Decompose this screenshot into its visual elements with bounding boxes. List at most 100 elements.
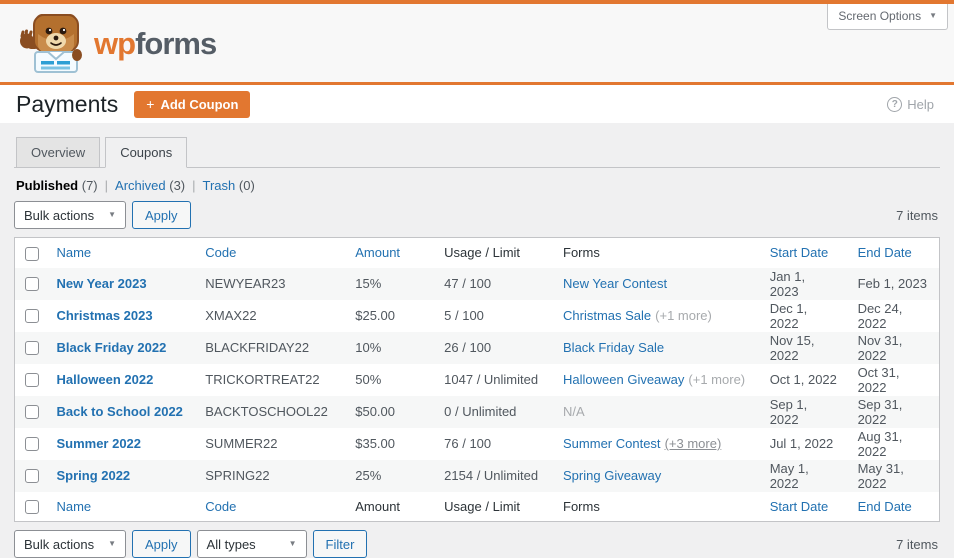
tab-overview[interactable]: Overview bbox=[16, 137, 101, 168]
column-header-end-date[interactable]: End Date bbox=[858, 499, 912, 514]
forms-more-label: (+1 more) bbox=[688, 372, 746, 387]
bulk-actions-select[interactable]: Bulk actions ▼ bbox=[14, 201, 127, 229]
filter-archived[interactable]: Archived (3) bbox=[115, 178, 185, 193]
start-date: Jan 1, 2023 bbox=[769, 268, 806, 299]
table-header-row: Name Code Amount Usage / Limit Forms Start Da… bbox=[15, 238, 940, 268]
coupon-usage: 47 / 100 bbox=[444, 276, 492, 291]
start-date: Oct 1, 2022 bbox=[769, 372, 837, 387]
tab-coupons[interactable]: Coupons bbox=[105, 137, 188, 168]
plus-icon: + bbox=[146, 96, 155, 112]
coupon-name-link[interactable]: Summer 2022 bbox=[56, 436, 141, 451]
select-all-checkbox[interactable] bbox=[25, 500, 39, 515]
coupon-code: NEWYEAR23 bbox=[205, 276, 286, 291]
form-link[interactable]: Spring Giveaway bbox=[563, 468, 661, 483]
coupon-name-link[interactable]: Spring 2022 bbox=[56, 468, 130, 483]
chevron-down-icon: ▼ bbox=[108, 539, 117, 548]
filter-trash[interactable]: Trash (0) bbox=[203, 178, 255, 193]
start-date: Sep 1, 2022 bbox=[769, 396, 808, 427]
add-coupon-button[interactable]: + Add Coupon bbox=[134, 90, 251, 118]
form-link[interactable]: New Year Contest bbox=[563, 276, 667, 291]
items-count-bottom: 7 items bbox=[896, 536, 938, 552]
start-date: Jul 1, 2022 bbox=[769, 436, 834, 451]
row-checkbox[interactable] bbox=[25, 341, 39, 356]
column-header-code[interactable]: Code bbox=[205, 245, 236, 260]
row-checkbox[interactable] bbox=[25, 437, 39, 452]
column-header-usage-limit: Usage / Limit bbox=[444, 245, 521, 261]
chevron-down-icon: ▼ bbox=[929, 11, 937, 20]
coupon-amount: 25% bbox=[355, 468, 382, 483]
coupon-name-link[interactable]: New Year 2023 bbox=[56, 276, 146, 291]
add-coupon-label: Add Coupon bbox=[160, 96, 239, 112]
coupon-code: SUMMER22 bbox=[205, 436, 278, 451]
table-row: Spring 2022 SPRING22 25% 2154 / Unlimited Sp… bbox=[14, 459, 940, 492]
table-row: Black Friday 2022 BLACKFRIDAY22 10% 26 / 10… bbox=[14, 331, 940, 364]
coupon-usage: 1047 / Unlimited bbox=[444, 372, 539, 387]
filter-published[interactable]: Published (7) bbox=[16, 178, 98, 193]
table-row: Summer 2022 SUMMER22 $35.00 76 / 100 Summer … bbox=[15, 428, 940, 460]
coupon-amount: 10% bbox=[355, 340, 382, 355]
end-date: Aug 31, 2022 bbox=[857, 428, 903, 459]
content-area: Overview Coupons Published (7) | Archived (… bbox=[0, 123, 954, 558]
wpforms-logo: wpforms bbox=[18, 12, 217, 74]
end-date: Oct 31, 2022 bbox=[857, 364, 900, 395]
column-header-start-date[interactable]: Start Date bbox=[770, 245, 829, 260]
wpforms-mascot-logo bbox=[20, 14, 82, 73]
help-icon: ? bbox=[887, 96, 903, 112]
coupon-code: BLACKFRIDAY22 bbox=[205, 340, 310, 355]
coupons-table: Name Code Amount Usage / Limit Forms Start Da… bbox=[14, 237, 940, 522]
form-link[interactable]: Halloween Giveaway bbox=[563, 372, 684, 387]
bulk-actions-select-bottom[interactable]: Bulk actions ▼ bbox=[14, 530, 127, 558]
page-title: Payments bbox=[16, 90, 119, 117]
coupon-name-link[interactable]: Black Friday 2022 bbox=[56, 340, 166, 355]
column-header-amount[interactable]: Amount bbox=[355, 245, 400, 260]
coupon-name-link[interactable]: Christmas 2023 bbox=[56, 308, 152, 323]
bottom-toolbar: Bulk actions ▼ Apply All types ▼ Filter … bbox=[14, 530, 940, 558]
screen-options-button[interactable]: Screen Options ▼ bbox=[827, 4, 948, 30]
coupon-amount: $35.00 bbox=[355, 436, 395, 451]
form-link[interactable]: Christmas Sale bbox=[563, 308, 651, 323]
brand-header: wpforms Screen Options ▼ bbox=[0, 0, 954, 85]
help-button[interactable]: ? Help bbox=[887, 96, 934, 112]
row-checkbox[interactable] bbox=[25, 373, 39, 388]
coupon-code: BACKTOSCHOOL22 bbox=[205, 404, 328, 419]
forms-more-label: (+1 more) bbox=[655, 308, 712, 323]
form-link[interactable]: Black Friday Sale bbox=[563, 340, 664, 355]
column-header-name[interactable]: Name bbox=[56, 245, 91, 260]
row-checkbox[interactable] bbox=[25, 277, 39, 292]
column-header-end-date[interactable]: End Date bbox=[858, 245, 912, 260]
coupon-usage: 2154 / Unlimited bbox=[444, 468, 539, 483]
apply-button[interactable]: Apply bbox=[132, 201, 191, 229]
coupon-code: SPRING22 bbox=[205, 468, 270, 483]
column-header-start-date[interactable]: Start Date bbox=[770, 499, 829, 514]
table-row: Christmas 2023 XMAX22 $25.00 5 / 100 Christm… bbox=[15, 300, 940, 332]
select-all-checkbox[interactable] bbox=[25, 246, 39, 261]
column-header-usage-limit: Usage / Limit bbox=[444, 498, 521, 514]
coupon-forms-cell: Christmas Sale (+1 more) bbox=[553, 300, 760, 332]
row-checkbox[interactable] bbox=[25, 405, 39, 420]
row-checkbox[interactable] bbox=[25, 469, 39, 484]
apply-button-bottom[interactable]: Apply bbox=[132, 530, 191, 558]
forms-na-text: N/A bbox=[563, 404, 585, 419]
page-header: Payments + Add Coupon ? Help bbox=[0, 85, 954, 123]
end-date: May 31, 2022 bbox=[857, 460, 904, 491]
column-header-amount: Amount bbox=[355, 498, 401, 514]
table-footer-row: Name Code Amount Usage / Limit Forms Start Da… bbox=[15, 492, 940, 522]
coupon-usage: 5 / 100 bbox=[444, 308, 484, 323]
forms-more-label[interactable]: (+3 more) bbox=[665, 436, 722, 451]
filter-button[interactable]: Filter bbox=[312, 530, 368, 558]
coupon-usage: 0 / Unlimited bbox=[444, 404, 517, 419]
start-date: Nov 15, 2022 bbox=[769, 332, 815, 363]
coupon-name-link[interactable]: Back to School 2022 bbox=[56, 404, 182, 419]
form-link[interactable]: Summer Contest bbox=[563, 436, 661, 451]
coupon-code: XMAX22 bbox=[205, 308, 257, 323]
tab-bar: Overview Coupons bbox=[14, 123, 940, 168]
coupon-amount: $25.00 bbox=[355, 308, 395, 323]
coupon-name-link[interactable]: Halloween 2022 bbox=[56, 372, 153, 387]
end-date: Nov 31, 2022 bbox=[857, 332, 903, 363]
row-checkbox[interactable] bbox=[25, 309, 39, 324]
coupon-forms-cell: New Year Contest bbox=[553, 268, 760, 300]
type-filter-select[interactable]: All types ▼ bbox=[196, 530, 307, 558]
column-header-name[interactable]: Name bbox=[56, 499, 91, 514]
coupon-code: TRICKORTREAT22 bbox=[205, 372, 320, 387]
column-header-code[interactable]: Code bbox=[205, 499, 236, 514]
